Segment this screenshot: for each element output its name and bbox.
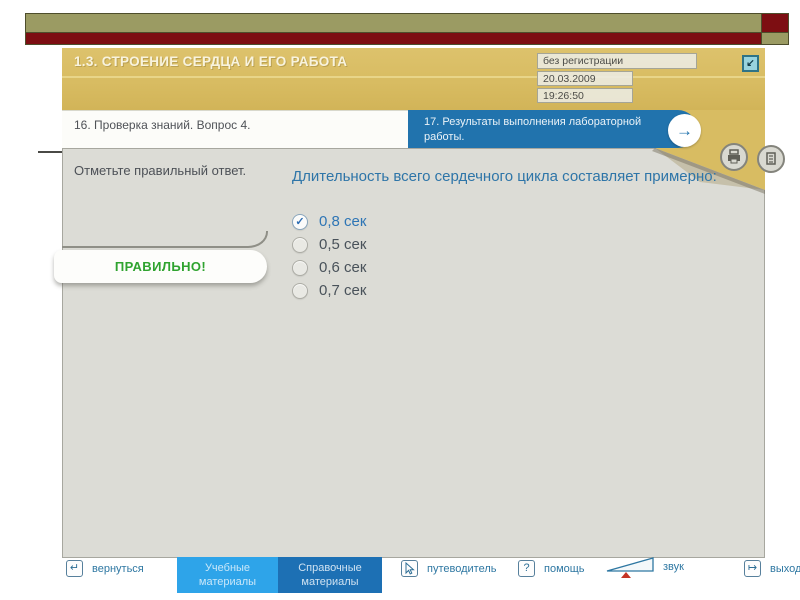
volume-marker[interactable]	[621, 572, 631, 578]
header-divider	[62, 76, 765, 78]
learning-materials-button[interactable]: Учебные материалы	[177, 557, 278, 593]
date-display: 20.03.2009	[537, 71, 633, 86]
help-label: помощь	[544, 562, 585, 575]
option-label: 0,5 сек	[319, 236, 367, 253]
arrow-right-icon: →	[676, 120, 693, 140]
radio-button[interactable]: ✓	[292, 213, 308, 230]
question-text: Длительность всего сердечного цикла сост…	[292, 168, 717, 185]
return-button[interactable]: ↵ вернуться	[66, 560, 144, 577]
deco-band-top	[25, 13, 789, 33]
result-banner: ПРАВИЛЬНО!	[54, 250, 267, 283]
radio-button[interactable]	[292, 259, 308, 276]
answer-option[interactable]: 0,6 сек	[292, 259, 366, 276]
reference-materials-button[interactable]: Справочные материалы	[278, 557, 382, 593]
sound-label: звук	[663, 561, 684, 573]
tab-next-results[interactable]: 17. Результаты выполнения лабораторной р…	[408, 110, 697, 148]
registration-status: без регистрации	[537, 53, 697, 69]
printer-icon	[728, 149, 740, 164]
tab-current-question[interactable]: 16. Проверка знаний. Вопрос 4.	[62, 110, 408, 148]
volume-wedge-icon	[606, 557, 654, 572]
answer-option[interactable]: 0,7 сек	[292, 282, 366, 299]
exit-button[interactable]: ↦ выход	[744, 560, 800, 577]
result-text: ПРАВИЛЬНО!	[114, 259, 207, 274]
page-title: 1.3. СТРОЕНИЕ СЕРДЦА И ЕГО РАБОТА	[74, 54, 348, 69]
content-panel	[62, 148, 765, 558]
radio-button[interactable]	[292, 236, 308, 253]
answer-option[interactable]: 0,5 сек	[292, 236, 366, 253]
volume-slider[interactable]	[606, 557, 654, 578]
option-label: 0,8 сек	[319, 213, 367, 230]
option-label: 0,7 сек	[319, 282, 367, 299]
corner-arrow-icon: ↙	[746, 58, 755, 69]
return-icon: ↵	[66, 560, 83, 577]
time-display: 19:26:50	[537, 88, 633, 103]
pointer-icon	[401, 560, 418, 577]
guide-button[interactable]: путеводитель	[401, 560, 496, 577]
notes-button[interactable]	[757, 145, 785, 173]
option-label: 0,6 сек	[319, 259, 367, 276]
deco-band-top-end	[761, 14, 788, 32]
options-list: ✓ 0,8 сек 0,5 сек 0,6 сек 0,7 сек	[292, 213, 366, 299]
next-button[interactable]: →	[668, 114, 701, 147]
guide-label: путеводитель	[427, 562, 497, 575]
app-window: 1.3. СТРОЕНИЕ СЕРДЦА И ЕГО РАБОТА без ре…	[0, 0, 800, 600]
deco-band-bottom	[25, 32, 789, 45]
help-button[interactable]: ? помощь	[518, 560, 585, 577]
separator-line	[62, 231, 268, 248]
radio-button[interactable]	[292, 282, 308, 299]
collapse-button[interactable]: ↙	[742, 55, 759, 72]
header: 1.3. СТРОЕНИЕ СЕРДЦА И ЕГО РАБОТА без ре…	[62, 48, 765, 110]
exit-label: выход	[770, 562, 800, 575]
exit-icon: ↦	[744, 560, 761, 577]
document-icon	[766, 152, 776, 165]
deco-band-bottom-end	[761, 33, 788, 44]
return-label: вернуться	[92, 562, 144, 575]
sound-control[interactable]: звук	[606, 557, 684, 578]
instruction-text: Отметьте правильный ответ.	[74, 163, 247, 178]
answer-option[interactable]: ✓ 0,8 сек	[292, 213, 366, 230]
question-mark-icon: ?	[518, 560, 535, 577]
